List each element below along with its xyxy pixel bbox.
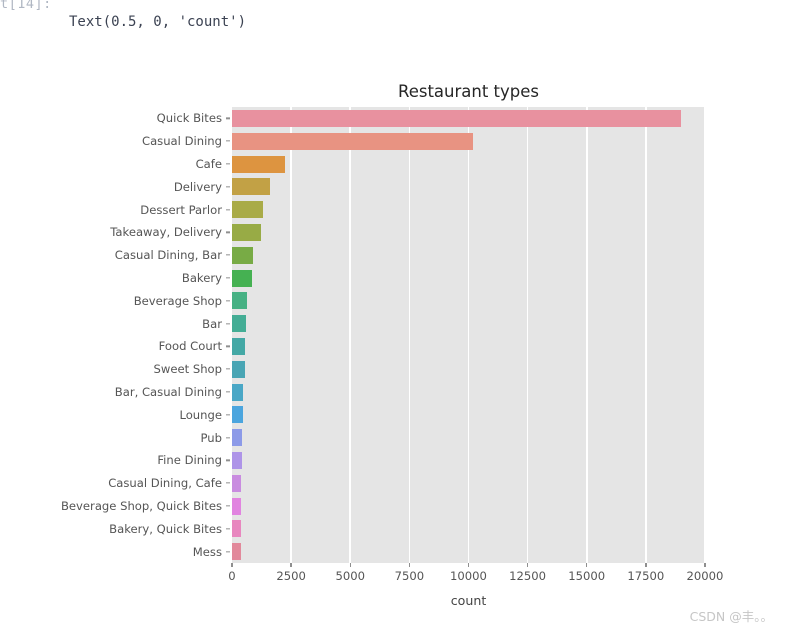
y-axis-tick-label: Fine Dining (157, 453, 222, 468)
y-axis-tick-label: Casual Dining (141, 134, 222, 149)
bar (232, 178, 271, 196)
x-axis-tick-mark (349, 563, 351, 567)
gridline (290, 107, 292, 563)
y-axis-tick-label: Sweet Shop (153, 362, 223, 377)
y-axis-tick-label: Bar (202, 316, 222, 331)
y-axis-tick-label: Cafe (195, 157, 222, 171)
y-axis-tick-mark (226, 231, 230, 234)
y-axis-tick-mark (226, 414, 230, 416)
y-axis-tick-mark (226, 208, 230, 211)
y-axis-tick-mark (226, 391, 230, 393)
x-axis-tick-label: 0 (228, 569, 236, 583)
y-axis-tick-label: Pub (200, 430, 223, 445)
y-axis-tick-label: Lounge (179, 407, 222, 422)
y-axis-tick-mark (226, 322, 230, 325)
y-axis-tick-label: Casual Dining, Bar (114, 248, 222, 263)
y-axis-tick-mark (226, 368, 230, 370)
gridline (645, 107, 647, 563)
gridline (704, 107, 706, 563)
y-axis-tick-mark (226, 277, 230, 279)
gridline (408, 107, 411, 563)
x-axis-tick-mark (704, 563, 706, 567)
y-axis-tick-label: Casual Dining, Cafe (108, 476, 222, 491)
x-axis-tick-mark (290, 563, 292, 567)
x-axis-tick-mark (645, 563, 647, 567)
bar (232, 383, 244, 401)
x-axis-tick-mark (408, 563, 411, 567)
bar (232, 246, 253, 264)
y-axis-tick-mark (226, 345, 230, 348)
x-axis-tick-label: 10000 (450, 569, 487, 583)
y-axis-tick-mark (226, 459, 230, 462)
bar (232, 109, 682, 127)
bar (232, 520, 241, 538)
x-axis-tick-mark (526, 563, 529, 567)
bar (232, 132, 473, 150)
y-axis-tick-mark (226, 140, 230, 142)
y-axis-tick-mark (226, 186, 230, 188)
x-axis-tick-label: 17500 (627, 569, 665, 583)
chart-title: Restaurant types (397, 82, 540, 101)
bar (232, 315, 246, 333)
y-axis-tick-mark (226, 163, 230, 165)
y-axis-tick-label: Food Court (158, 339, 222, 354)
y-axis-tick-mark (226, 117, 230, 120)
bar (232, 155, 285, 173)
x-axis-tick-label: 7500 (394, 569, 425, 583)
bar (232, 292, 248, 310)
x-axis-tick-mark (586, 563, 588, 567)
y-axis-tick-mark (226, 254, 230, 256)
bar (232, 474, 242, 492)
y-axis-tick-mark (226, 528, 230, 530)
x-axis-tick-mark (467, 563, 470, 567)
x-axis-tick-label: 2500 (276, 569, 306, 583)
y-axis-tick-label: Bakery (181, 271, 222, 285)
bar (232, 337, 246, 355)
y-axis-tick-labels: Quick Bites Casual Dining Cafe Delivery Dess… (17, 107, 222, 563)
output-text: Text(0.5, 0, 'count') (69, 14, 247, 30)
x-axis-tick-label: 20000 (686, 569, 724, 583)
bar (232, 269, 253, 287)
notebook-output-cell: t[14]: Text(0.5, 0, 'count') (0, 0, 799, 52)
gridline (349, 107, 352, 563)
x-axis-title: count (450, 593, 487, 608)
bar (232, 429, 243, 447)
bar (232, 497, 242, 515)
plot-area (232, 107, 706, 563)
matplotlib-figure: Restaurant types Quick Bites Casual Dinin… (0, 52, 799, 635)
y-axis-tick-mark (226, 300, 230, 302)
y-axis-tick-label: Delivery (173, 179, 222, 194)
y-axis-tick-label: Bakery, Quick Bites (109, 521, 222, 536)
y-axis-tick-label: Mess (192, 544, 222, 559)
y-axis-tick-label: Bar, Casual Dining (114, 385, 222, 399)
y-axis-tick-mark (226, 436, 230, 439)
x-axis-tick-mark (231, 563, 233, 567)
y-axis-tick-label: Quick Bites (156, 111, 222, 126)
bar (232, 201, 264, 219)
bar (232, 543, 241, 561)
y-axis-tick-mark (226, 482, 230, 484)
gridline (526, 107, 529, 563)
y-axis-tick-label: Beverage Shop (133, 293, 222, 308)
gridline (467, 107, 470, 563)
bar (232, 451, 242, 469)
bar (232, 360, 245, 378)
bar (232, 223, 261, 241)
y-axis-tick-mark (226, 550, 230, 553)
x-axis-tick-label: 5000 (335, 569, 366, 583)
csdn-watermark: CSDN @丰。。 (689, 609, 773, 624)
x-axis-tick-label: 15000 (568, 569, 606, 583)
y-axis-tick-label: Beverage Shop, Quick Bites (60, 499, 222, 513)
y-axis-tick-label: Takeaway, Delivery (110, 225, 222, 240)
output-prompt-label: t[14]: (0, 0, 52, 12)
x-axis-tick-label: 12500 (509, 569, 547, 583)
y-axis-tick-label: Dessert Parlor (140, 202, 222, 217)
bar (232, 406, 243, 424)
y-axis-tick-mark (226, 505, 230, 507)
gridline (585, 107, 588, 563)
